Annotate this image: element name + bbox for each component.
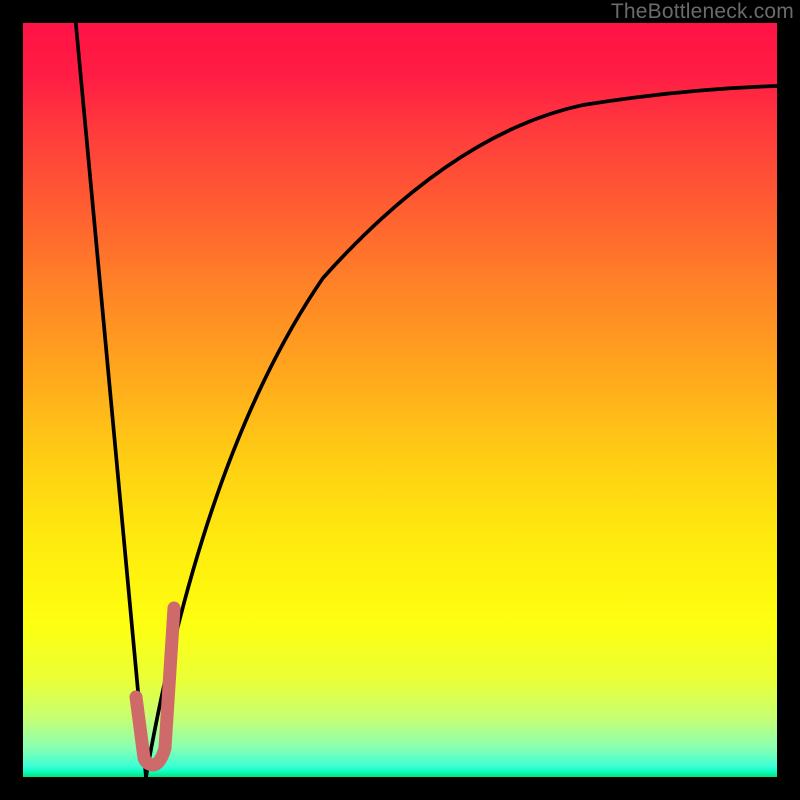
j-marker: [136, 608, 174, 765]
curve-right-branch: [146, 86, 777, 777]
plot-area: [23, 23, 777, 777]
chart-frame: TheBottleneck.com: [0, 0, 800, 800]
curve-left-branch: [76, 23, 146, 777]
curves-svg: [23, 23, 777, 777]
watermark-text: TheBottleneck.com: [611, 0, 794, 24]
